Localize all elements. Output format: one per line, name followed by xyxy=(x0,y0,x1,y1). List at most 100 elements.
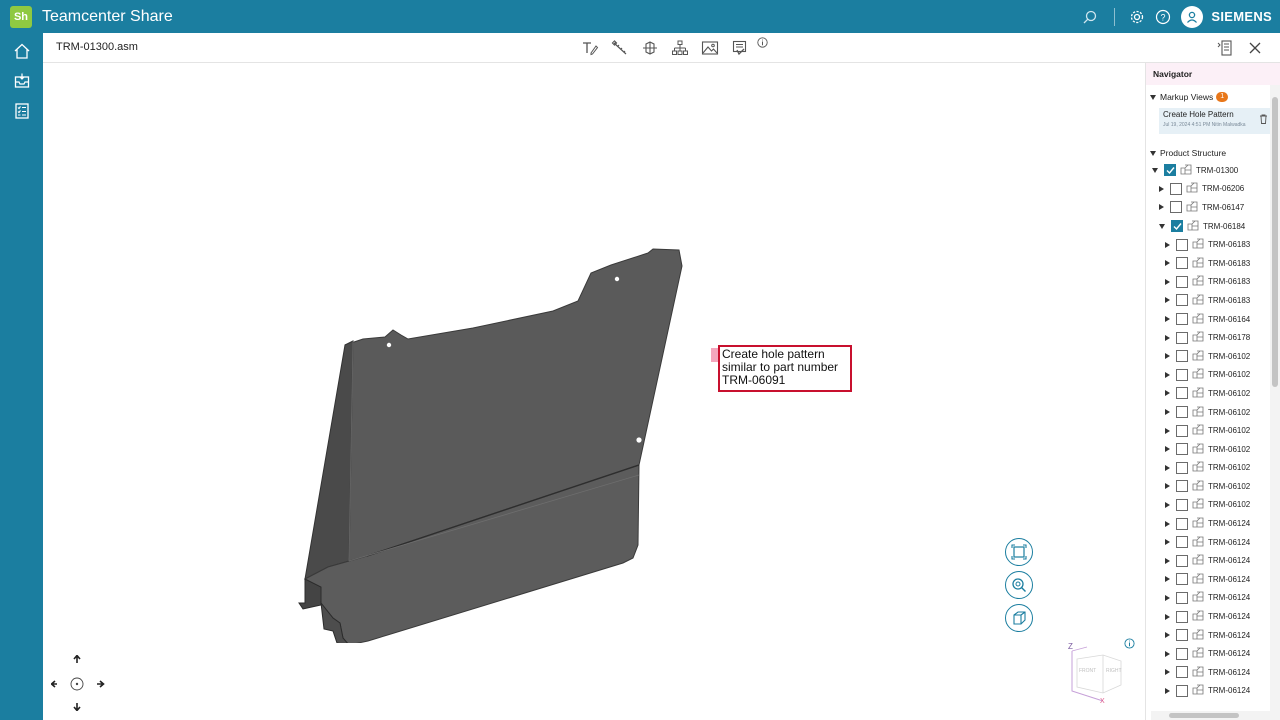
chevron-right-icon[interactable] xyxy=(1165,334,1170,341)
visibility-checkbox[interactable] xyxy=(1176,257,1188,270)
visibility-checkbox[interactable] xyxy=(1176,573,1188,586)
chevron-right-icon[interactable] xyxy=(1165,632,1170,639)
chevron-right-icon[interactable] xyxy=(1165,613,1170,620)
visibility-checkbox[interactable] xyxy=(1164,164,1176,177)
help-icon[interactable]: ? xyxy=(1153,7,1173,27)
markup-anchor-tab[interactable] xyxy=(711,348,718,362)
trash-icon[interactable] xyxy=(1259,111,1268,129)
chevron-right-icon[interactable] xyxy=(1165,539,1170,546)
chevron-right-icon[interactable] xyxy=(1165,260,1170,267)
chevron-right-icon[interactable] xyxy=(1165,427,1170,434)
chevron-right-icon[interactable] xyxy=(1165,687,1170,694)
visibility-checkbox[interactable] xyxy=(1176,238,1188,251)
visibility-checkbox[interactable] xyxy=(1176,406,1188,419)
chevron-right-icon[interactable] xyxy=(1165,371,1170,378)
tree-row[interactable]: TRM-06183 xyxy=(1146,273,1280,292)
chevron-right-icon[interactable] xyxy=(1165,669,1170,676)
chevron-right-icon[interactable] xyxy=(1165,520,1170,527)
tree-row[interactable]: TRM-06124 xyxy=(1146,533,1280,552)
zoom-icon[interactable] xyxy=(1005,571,1033,599)
chevron-down-icon[interactable] xyxy=(1159,223,1165,229)
measure-icon[interactable] xyxy=(605,37,635,59)
inbox-icon[interactable] xyxy=(0,67,43,95)
chevron-right-icon[interactable] xyxy=(1165,409,1170,416)
chevron-right-icon[interactable] xyxy=(1165,650,1170,657)
orientation-triad[interactable]: Z FRONT RIGHT X xyxy=(1063,641,1133,705)
tree-row[interactable]: TRM-06102 xyxy=(1146,347,1280,366)
chevron-right-icon[interactable] xyxy=(1165,353,1170,360)
visibility-checkbox[interactable] xyxy=(1170,182,1182,195)
tree-row[interactable]: TRM-06183 xyxy=(1146,291,1280,310)
chevron-right-icon[interactable] xyxy=(1165,390,1170,397)
chevron-down-icon[interactable] xyxy=(1152,167,1158,173)
visibility-checkbox[interactable] xyxy=(1176,313,1188,326)
visibility-checkbox[interactable] xyxy=(1176,629,1188,642)
visibility-checkbox[interactable] xyxy=(1176,294,1188,307)
gear-icon[interactable] xyxy=(1127,7,1147,27)
chevron-right-icon[interactable] xyxy=(1165,576,1170,583)
tree-row[interactable]: TRM-06124 xyxy=(1146,589,1280,608)
chevron-right-icon[interactable] xyxy=(1165,483,1170,490)
visibility-checkbox[interactable] xyxy=(1176,554,1188,567)
visibility-checkbox[interactable] xyxy=(1176,610,1188,623)
section-icon[interactable] xyxy=(635,37,665,59)
chevron-right-icon[interactable] xyxy=(1165,464,1170,471)
visibility-checkbox[interactable] xyxy=(1176,666,1188,679)
visibility-checkbox[interactable] xyxy=(1176,498,1188,511)
tree-row[interactable]: TRM-06102 xyxy=(1146,496,1280,515)
markup-view-item[interactable]: Create Hole Pattern Jul 19, 2024 4:51 PM… xyxy=(1159,108,1270,134)
tree-row[interactable]: TRM-06102 xyxy=(1146,477,1280,496)
chevron-right-icon[interactable] xyxy=(1165,278,1170,285)
visibility-checkbox[interactable] xyxy=(1176,536,1188,549)
tree-row[interactable]: TRM-06102 xyxy=(1146,403,1280,422)
visibility-checkbox[interactable] xyxy=(1176,424,1188,437)
snapshot-icon[interactable] xyxy=(695,37,725,59)
visibility-checkbox[interactable] xyxy=(1176,591,1188,604)
visibility-checkbox[interactable] xyxy=(1176,275,1188,288)
tree-row[interactable]: TRM-06102 xyxy=(1146,421,1280,440)
chevron-right-icon[interactable] xyxy=(1165,297,1170,304)
tree-row[interactable]: TRM-06147 xyxy=(1146,198,1280,217)
chevron-right-icon[interactable] xyxy=(1165,594,1170,601)
tree-row[interactable]: TRM-06102 xyxy=(1146,384,1280,403)
3d-viewport[interactable]: Create hole pattern similar to part numb… xyxy=(43,63,1145,720)
save-view-icon[interactable] xyxy=(725,37,755,59)
tree-row[interactable]: TRM-06124 xyxy=(1146,514,1280,533)
fit-all-icon[interactable] xyxy=(1005,538,1033,566)
tree-row[interactable]: TRM-06124 xyxy=(1146,626,1280,645)
chevron-right-icon[interactable] xyxy=(1165,557,1170,564)
tree-row[interactable]: TRM-01300 xyxy=(1146,161,1280,180)
tree-row[interactable]: TRM-06124 xyxy=(1146,607,1280,626)
tree-row[interactable]: TRM-06184 xyxy=(1146,217,1280,236)
tree-row[interactable]: TRM-06124 xyxy=(1146,551,1280,570)
visibility-checkbox[interactable] xyxy=(1170,201,1182,214)
view-cube-icon[interactable] xyxy=(1005,604,1033,632)
chevron-right-icon[interactable] xyxy=(1165,501,1170,508)
app-logo[interactable]: Sh xyxy=(10,5,32,28)
chevron-right-icon[interactable] xyxy=(1159,204,1164,211)
visibility-checkbox[interactable] xyxy=(1176,443,1188,456)
chevron-right-icon[interactable] xyxy=(1165,446,1170,453)
tree-row[interactable]: TRM-06206 xyxy=(1146,180,1280,199)
markup-views-header[interactable]: Markup Views 1 xyxy=(1146,89,1280,105)
visibility-checkbox[interactable] xyxy=(1176,461,1188,474)
visibility-checkbox[interactable] xyxy=(1176,647,1188,660)
tree-row[interactable]: TRM-06164 xyxy=(1146,310,1280,329)
checklist-icon[interactable] xyxy=(0,97,43,125)
markup-note[interactable]: Create hole pattern similar to part numb… xyxy=(718,345,852,392)
product-structure-header[interactable]: Product Structure xyxy=(1146,145,1280,161)
navigator-horizontal-scrollbar[interactable] xyxy=(1151,711,1271,720)
chevron-right-icon[interactable] xyxy=(1159,185,1164,192)
structure-icon[interactable] xyxy=(665,37,695,59)
user-icon[interactable] xyxy=(1181,5,1204,28)
visibility-checkbox[interactable] xyxy=(1176,684,1188,697)
info-icon[interactable] xyxy=(755,37,769,59)
tree-row[interactable]: TRM-06124 xyxy=(1146,570,1280,589)
tree-row[interactable]: TRM-06102 xyxy=(1146,459,1280,478)
chevron-right-icon[interactable] xyxy=(1165,316,1170,323)
tree-row[interactable]: TRM-06183 xyxy=(1146,235,1280,254)
search-icon[interactable] xyxy=(1080,7,1100,27)
tree-row[interactable]: TRM-06124 xyxy=(1146,663,1280,682)
chevron-right-icon[interactable] xyxy=(1165,241,1170,248)
tree-row[interactable]: TRM-06102 xyxy=(1146,366,1280,385)
